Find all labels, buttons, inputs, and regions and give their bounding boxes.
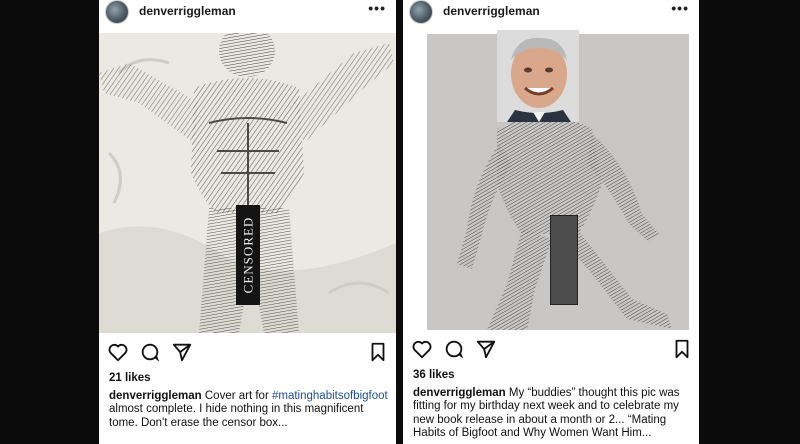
action-bar [403, 338, 699, 364]
avatar[interactable] [105, 0, 129, 24]
face-photo [497, 30, 579, 122]
bookmark-icon[interactable] [671, 338, 693, 360]
post-caption: denverriggleman Cover art for #matinghab… [109, 390, 388, 430]
share-icon[interactable] [171, 341, 193, 363]
heart-icon[interactable] [411, 338, 433, 360]
action-bar [99, 341, 396, 367]
censor-box [550, 215, 578, 305]
censored-bar: CENSORED [236, 205, 260, 305]
bookmark-icon[interactable] [367, 341, 389, 363]
more-icon[interactable]: ••• [368, 0, 386, 16]
post-header: denverriggleman ••• [403, 0, 699, 30]
caption-username[interactable]: denverriggleman [413, 387, 506, 399]
caption-text: Cover art for [201, 390, 272, 402]
heart-icon[interactable] [107, 341, 129, 363]
more-icon[interactable]: ••• [671, 0, 689, 16]
post-caption: denverriggleman My “buddies” thought thi… [413, 387, 691, 440]
censored-label: CENSORED [240, 216, 255, 294]
like-count[interactable]: 21 likes [109, 372, 151, 384]
caption-text-continued: almost complete. I hide nothing in this … [109, 403, 364, 429]
username[interactable]: denverriggleman [139, 4, 236, 18]
comment-icon[interactable] [443, 338, 465, 360]
like-count[interactable]: 36 likes [413, 369, 455, 381]
caption-username[interactable]: denverriggleman [109, 390, 202, 402]
username[interactable]: denverriggleman [443, 4, 540, 18]
comment-icon[interactable] [139, 341, 161, 363]
share-icon[interactable] [475, 338, 497, 360]
face-photo-overlay [497, 30, 579, 122]
avatar[interactable] [409, 0, 433, 24]
hashtag-link[interactable]: #matinghabitsofbigfoot [272, 390, 388, 402]
post-header: denverriggleman ••• [99, 0, 396, 30]
